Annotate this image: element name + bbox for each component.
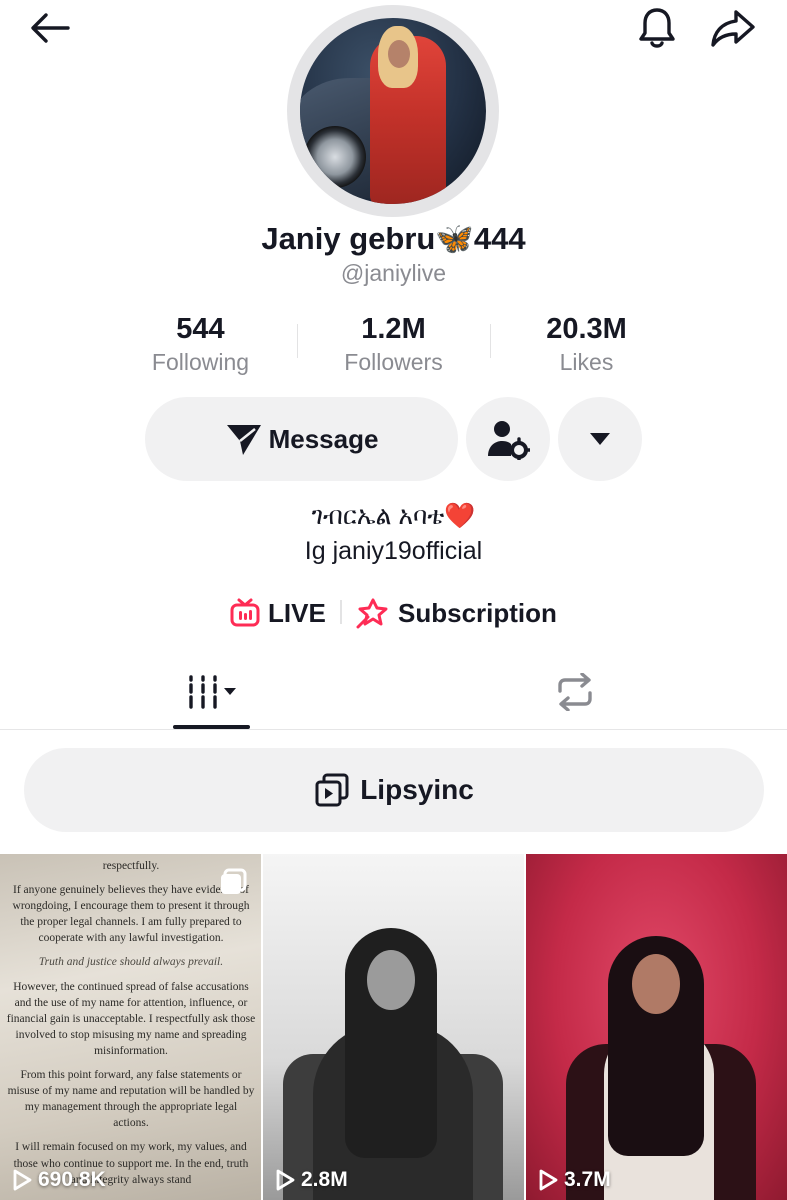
stat-following[interactable]: 544 Following: [104, 312, 297, 378]
play-icon: [13, 1169, 32, 1191]
multi-photo-icon: [221, 868, 247, 894]
subscription-link-label: Subscription: [398, 597, 557, 628]
notice-paragraph: Truth and justice should always prevail.: [38, 956, 224, 969]
video-view-count-value: 2.8M: [301, 1168, 348, 1191]
notice-paragraph: From this point forward, any false state…: [7, 1069, 255, 1130]
video-view-count-value: 690.8K: [38, 1168, 106, 1191]
video-view-count-value: 3.7M: [564, 1168, 611, 1191]
playlist-label: Lipsyinc: [360, 774, 474, 805]
playlist-button[interactable]: Lipsyinc: [24, 748, 764, 832]
content-tabs: [0, 655, 787, 730]
arrow-left-icon: [31, 13, 70, 43]
more-options-button[interactable]: [558, 397, 642, 481]
notifications-button[interactable]: [630, 4, 684, 52]
play-icon: [276, 1169, 295, 1191]
star-badge-icon: [356, 598, 388, 629]
stat-likes-label: Likes: [559, 349, 614, 375]
stat-followers-value: 1.2M: [361, 313, 426, 345]
video-tile[interactable]: respectfully. If anyone genuinely believ…: [0, 854, 261, 1200]
live-link-label: LIVE: [268, 597, 326, 628]
message-button[interactable]: Message: [145, 397, 458, 481]
video-view-count: 3.7M: [538, 1168, 611, 1192]
follow-settings-button[interactable]: [466, 397, 550, 481]
profile-name: Janiy gebru🦋444: [261, 221, 526, 256]
active-tab-indicator: [173, 725, 250, 729]
profile-handle: @janiylive: [340, 260, 447, 286]
grid-bars-icon: [189, 675, 236, 709]
links-divider: [340, 600, 342, 624]
video-tile[interactable]: 3.7M: [526, 854, 787, 1200]
video-view-count: 690.8K: [12, 1168, 106, 1192]
stat-followers-label: Followers: [344, 349, 443, 375]
playlist-icon: [315, 773, 349, 807]
share-arrow-icon: [711, 10, 755, 47]
avatar[interactable]: [287, 5, 499, 217]
video-tile[interactable]: 2.8M: [263, 854, 524, 1200]
stat-following-label: Following: [151, 349, 250, 375]
tab-videos[interactable]: [172, 655, 250, 729]
notice-paragraph: However, the continued spread of false a…: [6, 980, 256, 1057]
video-grid: respectfully. If anyone genuinely believ…: [0, 854, 787, 1200]
caret-down-icon: [590, 433, 610, 445]
video-view-count: 2.8M: [275, 1168, 348, 1192]
share-button[interactable]: [704, 4, 762, 52]
bio-line-2: Ig janiy19official: [304, 537, 483, 565]
profile-links: LIVE Subscription: [0, 594, 787, 634]
video-thumbnail-text: respectfully. If anyone genuinely believ…: [6, 858, 256, 1196]
tab-reposts[interactable]: [536, 655, 614, 729]
bio-line-1: ገብርኤል አባቴ❤️: [311, 502, 476, 530]
repost-icon: [558, 673, 592, 711]
person-gear-icon: [488, 421, 530, 460]
play-icon: [539, 1169, 558, 1191]
stat-likes-value: 20.3M: [546, 313, 627, 345]
message-button-label: Message: [268, 423, 379, 454]
stat-following-value: 544: [176, 313, 225, 345]
back-button[interactable]: [22, 6, 78, 50]
live-tv-icon: [230, 598, 260, 627]
profile-stats: 544 Following 1.2M Followers 20.3M Likes: [104, 312, 683, 382]
stat-followers[interactable]: 1.2M Followers: [297, 312, 490, 378]
bell-icon: [639, 8, 675, 48]
stat-likes[interactable]: 20.3M Likes: [490, 312, 683, 378]
live-link[interactable]: LIVE: [230, 594, 326, 632]
paper-plane-icon: [226, 425, 261, 455]
subscription-link[interactable]: Subscription: [356, 594, 557, 632]
avatar-photo: [300, 18, 486, 204]
